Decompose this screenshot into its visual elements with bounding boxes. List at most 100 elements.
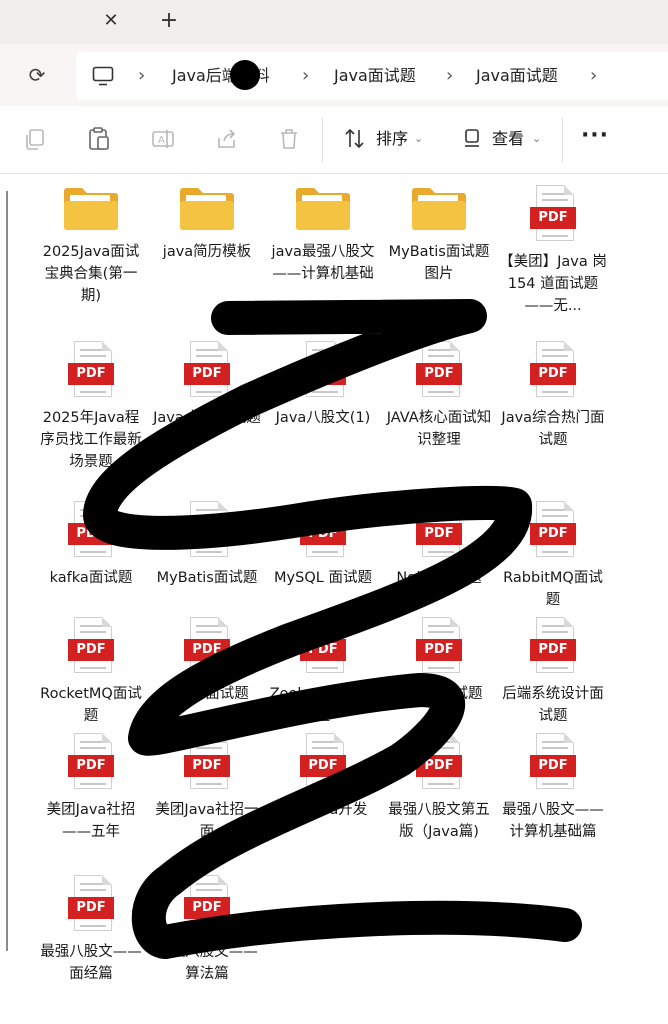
text-line [80,667,106,669]
pdf-file-item[interactable]: PDF 最强八股文——面经篇 [36,875,146,985]
paste-icon[interactable] [86,126,112,152]
sort-button[interactable]: 排序 [376,128,408,150]
pdf-file-item[interactable]: PDF Nginx面试题 [384,501,494,589]
pdf-badge: PDF [530,639,576,661]
pdf-file-item[interactable]: PDF JAVA核心面试知识整理 [384,341,494,451]
page-fold [450,617,460,627]
text-line [196,783,222,785]
pdf-file-item[interactable]: PDF 最强八股文第五版（Java篇) [384,733,494,843]
pdf-badge: PDF [530,207,576,229]
text-line [428,515,454,517]
pdf-file-item[interactable]: PDF 分布式面试题 [384,617,494,705]
this-pc-icon[interactable] [92,66,114,86]
folder-item[interactable]: 2025Java面试宝典合集(第一期) [36,185,146,307]
text-line [196,889,222,891]
copy-icon[interactable] [22,126,48,152]
close-tab-icon[interactable]: ✕ [98,8,124,34]
page-fold [102,733,112,743]
text-line [542,741,564,743]
folder-item[interactable]: MyBatis面试题图片 [384,185,494,285]
file-name: 美团Java社招一面 [155,802,259,840]
pdf-file-item[interactable]: PDF Java八股文(1) [268,341,378,429]
text-line [428,551,454,553]
breadcrumb-item[interactable]: Java面试题 [334,64,416,88]
file-name: 最强八股文第五版（Java篇) [388,802,490,840]
view-button[interactable]: 查看 [492,128,524,150]
pdf-icon: PDF [184,501,230,559]
new-tab-button[interactable]: + [156,8,182,34]
text-line [80,925,106,927]
rename-icon[interactable]: A [150,126,176,152]
pdf-badge: PDF [300,363,346,385]
pdf-file-item[interactable]: PDF seata面试题 [152,617,262,705]
text-line [196,551,222,553]
address-bar[interactable]: › Java后端资料 › Java面试题 › Java面试题 › [76,52,668,100]
text-line [196,925,222,927]
pdf-file-item[interactable]: PDF Java 并发面试题 [152,341,262,429]
pdf-file-item[interactable]: PDF 最强八股文——算法篇 [152,875,262,985]
text-line [80,741,102,743]
breadcrumb-item[interactable]: Java面试题 [476,64,558,88]
pdf-badge: PDF [68,755,114,777]
text-line [312,391,338,393]
pdf-file-item[interactable]: PDF RabbitMQ面试题 [498,501,608,611]
breadcrumb-separator[interactable]: › [446,64,453,88]
folder-icon [294,185,352,233]
file-name: seata面试题 [165,686,249,702]
pdf-icon: PDF [416,341,462,399]
page-fold [334,733,344,743]
pdf-file-item[interactable]: PDF Java综合热门面试题 [498,341,608,451]
file-name: Zookeeper面试题 [269,686,377,724]
page-fold [564,617,574,627]
pdf-file-item[interactable]: PDF 美团Java社招一面 [152,733,262,843]
share-icon[interactable] [214,126,240,152]
refresh-icon[interactable]: ⟳ [24,62,50,88]
pdf-icon: PDF [530,341,576,399]
file-name: 小米Java开发 [278,802,368,818]
pdf-file-item[interactable]: PDF 后端系统设计面试题 [498,617,608,727]
text-line [428,391,454,393]
pdf-badge: PDF [68,363,114,385]
file-name: java简历模板 [162,244,252,260]
pdf-file-item[interactable]: PDF 最强八股文——计算机基础篇 [498,733,608,843]
scrollbar[interactable] [6,191,8,951]
text-line [542,667,568,669]
sort-icon[interactable] [342,126,368,152]
pdf-badge: PDF [184,755,230,777]
pdf-badge: PDF [530,363,576,385]
breadcrumb-separator[interactable]: › [302,64,309,88]
pdf-icon: PDF [416,501,462,559]
text-line [312,667,338,669]
pdf-icon: PDF [416,733,462,791]
pdf-file-item[interactable]: PDF RocketMQ面试题 [36,617,146,727]
pdf-file-item[interactable]: PDF 2025年Java程序员找工作最新场景题 [36,341,146,473]
chevron-down-icon[interactable]: ⌄ [532,128,541,150]
pdf-file-item[interactable]: PDF 小米Java开发 [268,733,378,821]
pdf-file-item[interactable]: PDF MySQL 面试题 [268,501,378,589]
pdf-file-item[interactable]: PDF kafka面试题 [36,501,146,589]
folder-icon [62,185,120,233]
view-icon[interactable] [460,126,486,152]
chevron-down-icon[interactable]: ⌄ [414,128,423,150]
pdf-icon: PDF [530,617,576,675]
folder-item[interactable]: java最强八股文——计算机基础 [268,185,378,285]
pdf-file-item[interactable]: PDF 美团Java社招——五年 [36,733,146,843]
pdf-file-item[interactable]: PDF Zookeeper面试题 [268,617,378,727]
delete-icon[interactable] [276,126,302,152]
text-line [196,741,218,743]
text-line [312,741,334,743]
pdf-file-item[interactable]: PDF 【美团】Java 岗 154 道面试题——无... [498,185,608,317]
text-line [542,783,568,785]
breadcrumb-separator[interactable]: › [138,64,145,88]
pdf-icon: PDF [300,617,346,675]
text-line [80,883,102,885]
text-line [196,747,222,749]
file-name: 后端系统设计面试题 [502,686,604,724]
breadcrumb-separator[interactable]: › [590,64,597,88]
folder-icon [410,185,468,233]
text-line [80,515,106,517]
pdf-badge: PDF [300,755,346,777]
folder-item[interactable]: java简历模板 [152,185,262,263]
more-options-button[interactable]: ··· [580,125,610,152]
pdf-file-item[interactable]: PDF MyBatis面试题 [152,501,262,589]
